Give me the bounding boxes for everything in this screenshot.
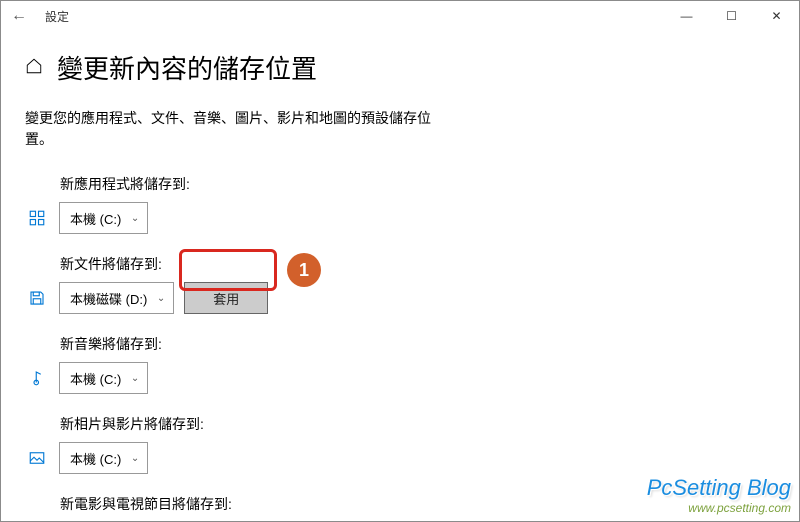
- window-title: 設定: [45, 8, 69, 25]
- section-music: 新音樂將儲存到: 本機 (C:) ⌄: [25, 334, 775, 394]
- dropdown-photos-value: 本機 (C:): [70, 449, 121, 468]
- chevron-down-icon: ⌄: [157, 293, 165, 304]
- music-icon: [25, 369, 49, 387]
- photos-icon: [25, 449, 49, 467]
- watermark-url: www.pcsetting.com: [647, 501, 791, 515]
- dropdown-apps[interactable]: 本機 (C:) ⌄: [59, 202, 148, 234]
- chevron-down-icon: ⌄: [131, 453, 139, 464]
- page-title: 變更新內容的儲存位置: [57, 49, 317, 86]
- watermark: PcSetting Blog www.pcsetting.com: [647, 475, 791, 515]
- window-buttons: — ☐ ✕: [664, 1, 799, 31]
- save-icon: [25, 289, 49, 307]
- section-apps: 新應用程式將儲存到: 本機 (C:) ⌄: [25, 174, 775, 234]
- maximize-button[interactable]: ☐: [709, 1, 754, 31]
- label-photos: 新相片與影片將儲存到:: [25, 414, 775, 434]
- dropdown-docs[interactable]: 本機磁碟 (D:) ⌄: [59, 282, 174, 314]
- heading-row: 變更新內容的儲存位置: [25, 49, 775, 86]
- chevron-down-icon: ⌄: [131, 213, 139, 224]
- watermark-title: PcSetting Blog: [647, 475, 791, 501]
- label-apps: 新應用程式將儲存到:: [25, 174, 775, 194]
- section-photos: 新相片與影片將儲存到: 本機 (C:) ⌄: [25, 414, 775, 474]
- titlebar: ← 設定 — ☐ ✕: [1, 1, 799, 31]
- settings-window: ← 設定 — ☐ ✕ 變更新內容的儲存位置 變更您的應用程式、文件、音樂、圖片、…: [0, 0, 800, 522]
- close-button[interactable]: ✕: [754, 1, 799, 31]
- home-icon[interactable]: [25, 57, 43, 78]
- dropdown-music[interactable]: 本機 (C:) ⌄: [59, 362, 148, 394]
- label-music: 新音樂將儲存到:: [25, 334, 775, 354]
- chevron-down-icon: ⌄: [131, 373, 139, 384]
- apply-button-label: 套用: [213, 289, 239, 308]
- page-description: 變更您的應用程式、文件、音樂、圖片、影片和地圖的預設儲存位置。: [25, 108, 445, 150]
- dropdown-photos[interactable]: 本機 (C:) ⌄: [59, 442, 148, 474]
- minimize-button[interactable]: —: [664, 1, 709, 31]
- annotation-badge: 1: [287, 253, 321, 287]
- content-area: 變更新內容的儲存位置 變更您的應用程式、文件、音樂、圖片、影片和地圖的預設儲存位…: [1, 31, 799, 522]
- dropdown-music-value: 本機 (C:): [70, 369, 121, 388]
- section-docs: 新文件將儲存到: 本機磁碟 (D:) ⌄ 套用: [25, 254, 775, 314]
- back-icon[interactable]: ←: [11, 7, 27, 25]
- apps-icon: [25, 209, 49, 227]
- apply-button[interactable]: 套用: [184, 282, 268, 314]
- dropdown-docs-value: 本機磁碟 (D:): [70, 289, 147, 308]
- label-docs: 新文件將儲存到:: [25, 254, 775, 274]
- dropdown-apps-value: 本機 (C:): [70, 209, 121, 228]
